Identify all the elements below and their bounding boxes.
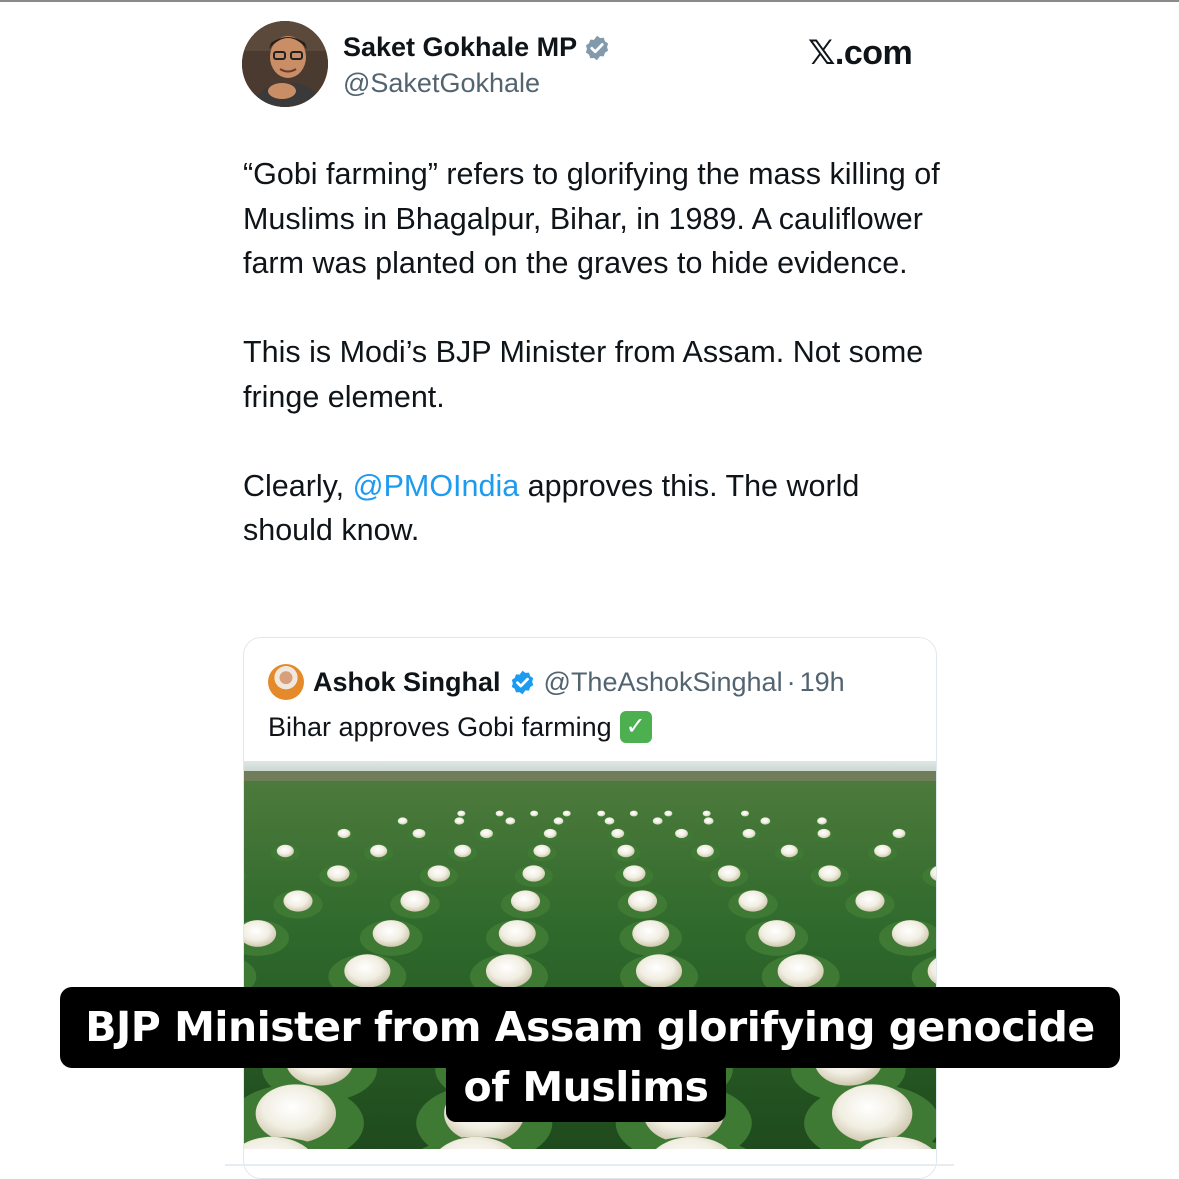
caption-line-1: BJP Minister from Assam glorifying genoc…	[60, 987, 1120, 1068]
tweet-paragraph-2: This is Modi’s BJP Minister from Assam. …	[243, 335, 924, 414]
top-divider	[0, 0, 1179, 2]
x-logo: 𝕏.com	[808, 34, 913, 72]
card-bottom-divider	[225, 1164, 954, 1166]
separator-dot: ·	[786, 666, 796, 697]
quoted-author-handle[interactable]: @TheAshokSinghal	[544, 667, 783, 698]
verified-badge-icon	[511, 670, 533, 694]
quoted-tweet-header: Ashok Singhal @TheAshokSinghal · 19h	[268, 664, 845, 700]
mention-link[interactable]: @PMOIndia	[353, 469, 520, 503]
quoted-timestamp[interactable]: 19h	[800, 667, 845, 698]
verified-badge-icon	[586, 35, 609, 60]
quoted-author-avatar[interactable]	[268, 664, 304, 700]
quoted-tweet-text: Bihar approves Gobi farming ✓	[268, 711, 652, 743]
tweet-text: “Gobi farming” refers to glorifying the …	[243, 152, 948, 553]
quoted-author-name[interactable]: Ashok Singhal	[313, 667, 501, 698]
author-avatar[interactable]	[242, 21, 328, 107]
check-mark-emoji-icon: ✓	[619, 711, 652, 743]
tweet-paragraph-1: “Gobi farming” refers to glorifying the …	[243, 157, 940, 280]
tweet-paragraph-3-start: Clearly,	[243, 468, 353, 503]
tweet-paragraph-3: Clearly, @PMOIndia approves this. The wo…	[243, 464, 948, 553]
author-handle[interactable]: @SaketGokhale	[343, 68, 540, 99]
author-name-text: Saket Gokhale MP	[343, 32, 578, 62]
quoted-tweet-text-content: Bihar approves Gobi farming	[268, 711, 612, 742]
caption-line-2: of Muslims	[446, 1058, 726, 1122]
author-name[interactable]: Saket Gokhale MP	[343, 32, 611, 63]
